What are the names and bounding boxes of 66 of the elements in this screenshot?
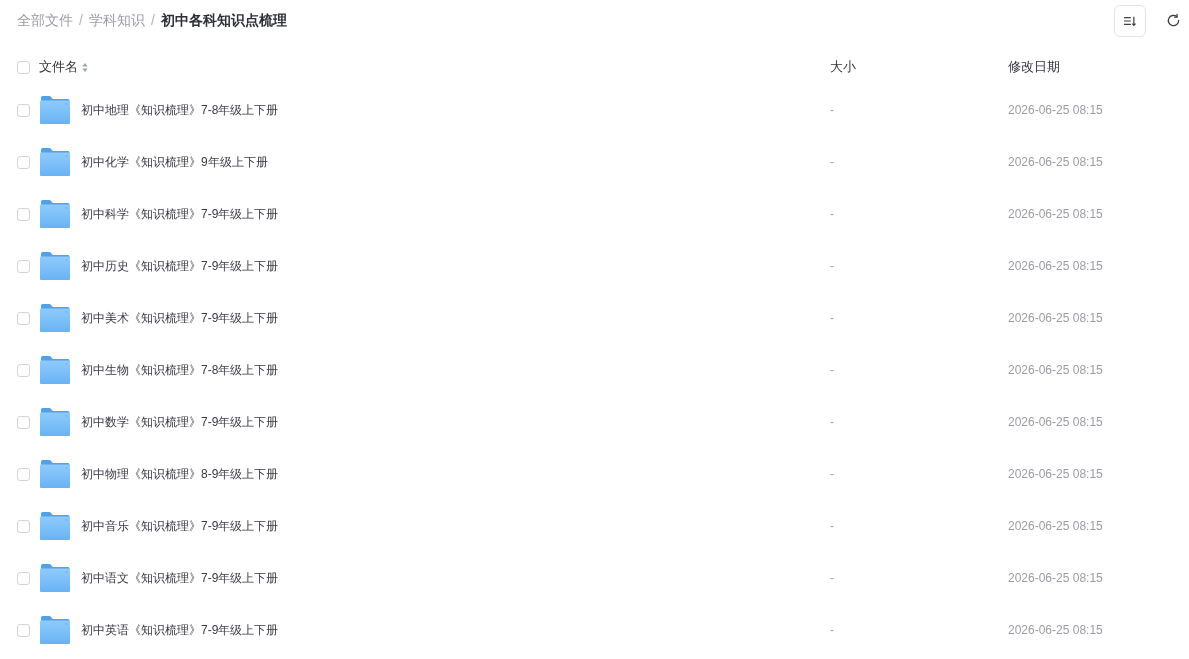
file-size: - <box>830 466 834 483</box>
file-name[interactable]: 初中历史《知识梳理》7-9年级上下册 <box>81 257 279 275</box>
breadcrumb-current[interactable]: 初中各科知识点梳理 <box>160 10 287 31</box>
modified-date: 2026-06-25 08:15 <box>1008 206 1103 223</box>
modified-date: 2026-06-25 08:15 <box>1008 570 1103 587</box>
modified-date: 2026-06-25 08:15 <box>1008 622 1103 639</box>
modified-date: 2026-06-25 08:15 <box>1008 362 1103 379</box>
file-size: - <box>830 414 834 431</box>
file-size: - <box>830 258 834 275</box>
folder-icon <box>40 304 70 332</box>
file-name[interactable]: 初中美术《知识梳理》7-9年级上下册 <box>81 309 279 327</box>
checkbox[interactable] <box>17 155 30 169</box>
modified-date: 2026-06-25 08:15 <box>1008 414 1103 431</box>
file-name[interactable]: 初中地理《知识梳理》7-8年级上下册 <box>81 101 279 119</box>
file-name[interactable]: 初中语文《知识梳理》7-9年级上下册 <box>81 569 279 587</box>
sort-caret-icon[interactable] <box>82 62 88 72</box>
file-name[interactable]: 初中音乐《知识梳理》7-9年级上下册 <box>81 517 279 535</box>
column-header: 修改日期 <box>1008 58 1060 77</box>
sort-button[interactable] <box>1114 4 1146 37</box>
file-size: - <box>830 310 834 327</box>
folder-icon <box>40 200 70 228</box>
checkbox[interactable] <box>17 103 30 117</box>
modified-date: 2026-06-25 08:15 <box>1008 310 1103 327</box>
folder-icon <box>40 148 70 176</box>
file-name[interactable]: 初中数学《知识梳理》7-9年级上下册 <box>81 413 279 431</box>
file-name[interactable]: 初中英语《知识梳理》7-9年级上下册 <box>81 621 279 639</box>
column-header[interactable]: 文件名 <box>39 57 78 77</box>
checkbox[interactable] <box>17 363 30 377</box>
folder-icon <box>40 96 70 124</box>
checkbox[interactable] <box>17 207 30 221</box>
modified-date: 2026-06-25 08:15 <box>1008 102 1103 119</box>
checkbox[interactable] <box>17 60 30 74</box>
modified-date: 2026-06-25 08:15 <box>1008 258 1103 275</box>
column-header: 大小 <box>830 58 856 77</box>
checkbox[interactable] <box>17 415 30 429</box>
folder-icon <box>40 564 70 592</box>
checkbox[interactable] <box>17 519 30 533</box>
checkbox[interactable] <box>17 623 30 637</box>
modified-date: 2026-06-25 08:15 <box>1008 518 1103 535</box>
file-size: - <box>830 362 834 379</box>
refresh-icon[interactable] <box>1166 13 1181 28</box>
checkbox[interactable] <box>17 467 30 481</box>
folder-icon <box>40 512 70 540</box>
breadcrumb-separator: / <box>150 11 155 30</box>
folder-icon <box>40 408 70 436</box>
folder-icon <box>40 356 70 384</box>
file-size: - <box>830 154 834 171</box>
file-size: - <box>830 622 834 639</box>
file-name[interactable]: 初中物理《知识梳理》8-9年级上下册 <box>81 465 279 483</box>
modified-date: 2026-06-25 08:15 <box>1008 154 1103 171</box>
file-name[interactable]: 初中科学《知识梳理》7-9年级上下册 <box>81 205 279 223</box>
file-size: - <box>830 102 834 119</box>
checkbox[interactable] <box>17 259 30 273</box>
breadcrumb-separator: / <box>79 11 83 30</box>
folder-icon <box>40 460 70 488</box>
file-name[interactable]: 初中生物《知识梳理》7-8年级上下册 <box>81 361 279 379</box>
file-name[interactable]: 初中化学《知识梳理》9年级上下册 <box>81 153 268 171</box>
sort-lines-icon <box>1123 14 1137 27</box>
folder-icon <box>40 252 70 280</box>
checkbox[interactable] <box>17 311 30 325</box>
folder-icon <box>40 616 70 644</box>
checkbox[interactable] <box>17 571 30 585</box>
file-size: - <box>830 206 834 223</box>
file-size: - <box>830 518 834 535</box>
file-size: - <box>830 570 834 587</box>
modified-date: 2026-06-25 08:15 <box>1008 466 1103 483</box>
